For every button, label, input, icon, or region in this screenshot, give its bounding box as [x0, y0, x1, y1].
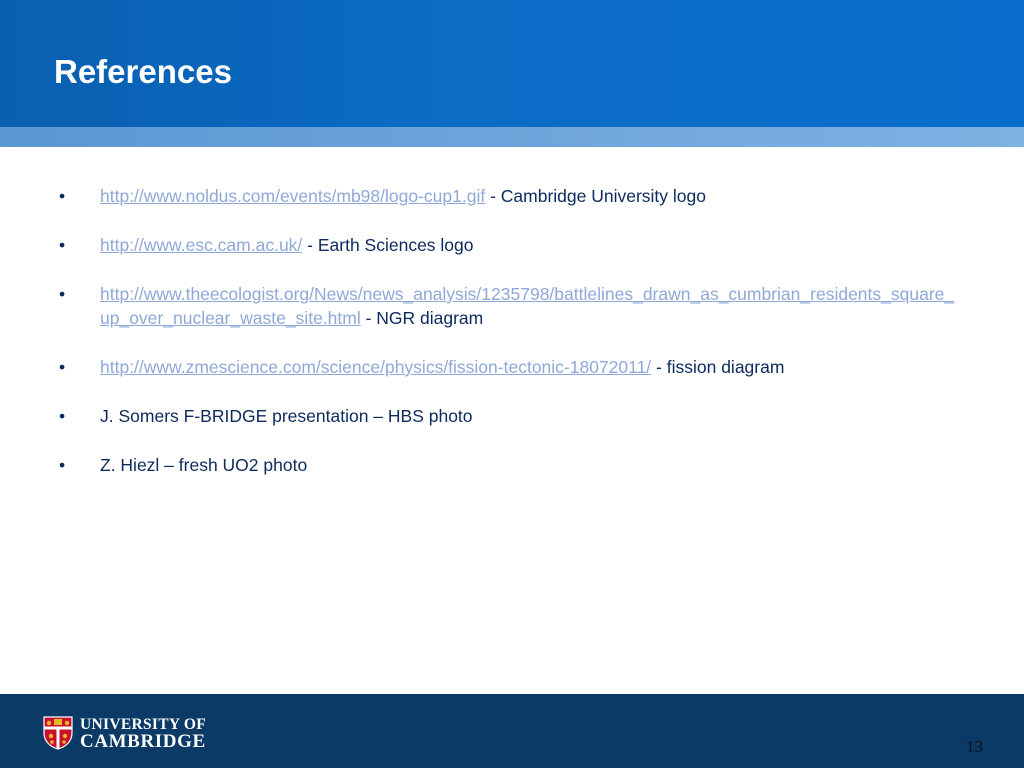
reference-link[interactable]: http://www.esc.cam.ac.uk/ — [100, 235, 302, 255]
reference-description: J. Somers F-BRIDGE presentation – HBS ph… — [100, 406, 473, 426]
reference-item-3: • http://www.theecologist.org/News/news_… — [0, 282, 960, 330]
bullet-icon: • — [59, 284, 66, 304]
reference-link[interactable]: http://www.zmescience.com/science/physic… — [100, 357, 651, 377]
reference-description: - Earth Sciences logo — [302, 235, 474, 255]
reference-item-1: • http://www.noldus.com/events/mb98/logo… — [0, 184, 960, 208]
bullet-icon: • — [59, 357, 66, 377]
bullet-icon: • — [59, 455, 66, 475]
reference-description: - fission diagram — [651, 357, 785, 377]
reference-link[interactable]: http://www.noldus.com/events/mb98/logo-c… — [100, 186, 485, 206]
reference-item-6: • Z. Hiezl – fresh UO2 photo — [0, 453, 960, 477]
reference-description: - NGR diagram — [360, 308, 484, 328]
reference-item-4: • http://www.zmescience.com/science/phys… — [0, 355, 960, 379]
bullet-icon: • — [59, 406, 66, 426]
reference-item-2: • http://www.esc.cam.ac.uk/ - Earth Scie… — [0, 233, 960, 257]
references-list: • http://www.noldus.com/events/mb98/logo… — [0, 184, 1024, 502]
university-logo: UNIVERSITY OF CAMBRIDGE — [43, 715, 206, 751]
slide-footer: UNIVERSITY OF CAMBRIDGE 13 — [0, 694, 1024, 768]
logo-line-cambridge: CAMBRIDGE — [80, 731, 206, 752]
slide-header: References — [0, 0, 1024, 127]
bullet-icon: • — [59, 186, 66, 206]
reference-link[interactable]: http://www.theecologist.org/News/news_an… — [100, 284, 954, 328]
page-number: 13 — [966, 737, 983, 756]
reference-item-5: • J. Somers F-BRIDGE presentation – HBS … — [0, 404, 960, 428]
reference-description: - Cambridge University logo — [485, 186, 706, 206]
bullet-icon: • — [59, 235, 66, 255]
slide-title: References — [54, 53, 232, 90]
header-accent-band — [0, 127, 1024, 147]
cambridge-shield-icon — [43, 716, 73, 750]
reference-description: Z. Hiezl – fresh UO2 photo — [100, 455, 308, 475]
logo-wordmark: UNIVERSITY OF CAMBRIDGE — [80, 716, 206, 752]
